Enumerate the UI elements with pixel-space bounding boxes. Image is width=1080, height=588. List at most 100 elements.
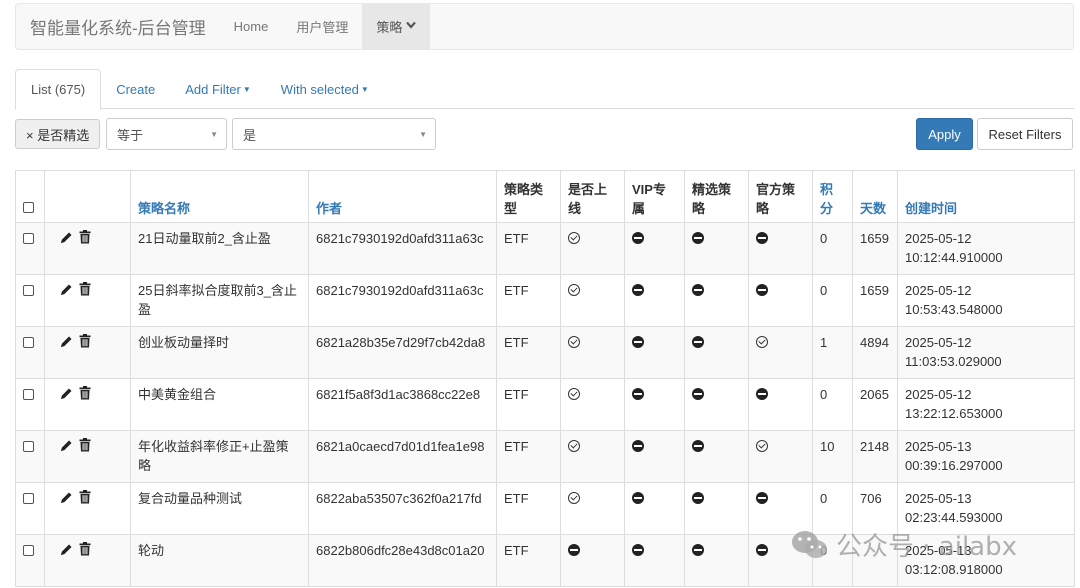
trash-icon[interactable] <box>79 334 91 353</box>
cell-points: 0 <box>812 274 853 327</box>
brand-title[interactable]: 智能量化系统-后台管理 <box>16 4 220 49</box>
check-circle-icon <box>568 336 580 348</box>
cell-featured <box>684 430 749 483</box>
trash-icon[interactable] <box>79 542 91 561</box>
trash-icon[interactable] <box>79 438 91 457</box>
row-checkbox[interactable] <box>23 389 34 400</box>
nav-strategy-label: 策略 <box>376 20 403 35</box>
cell-author: 6821f5a8f3d1ac3868cc22e8 <box>308 378 497 431</box>
tab-with-selected-label: With selected <box>280 81 359 97</box>
row-checkbox[interactable] <box>23 337 34 348</box>
select-all-checkbox[interactable] <box>23 202 34 213</box>
header-name[interactable]: 策略名称 <box>130 170 309 223</box>
row-checkbox[interactable] <box>23 233 34 244</box>
cell-type: ETF <box>496 326 561 379</box>
table-header-row: 策略名称 作者 策略类型 是否上线 VIP专属 精选策略 官方策略 积分 天数 … <box>15 170 1075 223</box>
cell-points: 0 <box>812 222 853 275</box>
cell-days: 2148 <box>852 430 898 483</box>
header-featured: 精选策略 <box>684 170 749 223</box>
header-official: 官方策略 <box>748 170 813 223</box>
table-row: 中美黄金组合 6821f5a8f3d1ac3868cc22e8 ETF 0 2065 20… <box>15 378 1075 431</box>
cell-featured <box>684 534 749 587</box>
cell-created: 2025-05-12 13:22:12.653000 <box>897 378 1075 431</box>
check-circle-icon <box>568 440 580 452</box>
header-points[interactable]: 积分 <box>812 170 853 223</box>
row-checkbox[interactable] <box>23 493 34 504</box>
cell-created: 2025-05-13 02:23:44.593000 <box>897 482 1075 535</box>
trash-icon[interactable] <box>79 230 91 249</box>
minus-circle-icon <box>632 492 644 504</box>
check-circle-icon <box>568 284 580 296</box>
cell-points: 0 <box>812 482 853 535</box>
minus-circle-icon <box>632 284 644 296</box>
cell-author: 6821a0caecd7d01d1fea1e98 <box>308 430 497 483</box>
row-checkbox[interactable] <box>23 545 34 556</box>
nav-user-management[interactable]: 用户管理 <box>282 4 362 49</box>
pencil-icon[interactable] <box>60 282 73 301</box>
minus-circle-icon <box>692 284 704 296</box>
cell-name: 轮动 <box>130 534 309 587</box>
top-navbar: 智能量化系统-后台管理 Home 用户管理 策略 <box>15 3 1074 50</box>
pencil-icon[interactable] <box>60 490 73 509</box>
cell-vip <box>624 222 685 275</box>
minus-circle-icon <box>692 492 704 504</box>
cell-official <box>748 534 813 587</box>
minus-circle-icon <box>756 388 768 400</box>
cell-type: ETF <box>496 534 561 587</box>
tab-with-selected[interactable]: With selected ▼ <box>266 69 384 109</box>
cell-official <box>748 274 813 327</box>
tab-list[interactable]: List (675) <box>15 69 102 110</box>
trash-icon[interactable] <box>79 386 91 405</box>
cell-author: 6821c7930192d0afd311a63c <box>308 222 497 275</box>
trash-icon[interactable] <box>79 282 91 301</box>
cell-vip <box>624 482 685 535</box>
reset-filters-button[interactable]: Reset Filters <box>977 118 1073 150</box>
tab-add-filter[interactable]: Add Filter ▼ <box>170 69 266 109</box>
tab-create[interactable]: Create <box>101 69 170 109</box>
cell-featured <box>684 482 749 535</box>
cell-select <box>15 534 45 587</box>
apply-button[interactable]: Apply <box>916 118 973 150</box>
cell-name: 中美黄金组合 <box>130 378 309 431</box>
remove-filter-button[interactable]: × 是否精选 <box>15 119 101 149</box>
caret-down-icon: ▼ <box>242 84 251 94</box>
chevron-down-icon <box>406 21 417 32</box>
strategy-table: 策略名称 作者 策略类型 是否上线 VIP专属 精选策略 官方策略 积分 天数 … <box>15 170 1075 587</box>
cell-days: 2065 <box>852 378 898 431</box>
pencil-icon[interactable] <box>60 230 73 249</box>
header-days[interactable]: 天数 <box>852 170 898 223</box>
cell-days: 1659 <box>852 274 898 327</box>
cell-actions <box>44 430 131 483</box>
cell-vip <box>624 326 685 379</box>
header-created[interactable]: 创建时间 <box>897 170 1075 223</box>
cell-points: 0 <box>812 534 853 587</box>
filter-value-select[interactable]: 是 ▼ <box>232 118 436 150</box>
pencil-icon[interactable] <box>60 334 73 353</box>
cell-actions <box>44 222 131 275</box>
nav-home[interactable]: Home <box>220 4 283 49</box>
filter-operator-select[interactable]: 等于 ▼ <box>106 118 227 150</box>
header-author[interactable]: 作者 <box>308 170 497 223</box>
cell-points: 1 <box>812 326 853 379</box>
cell-actions <box>44 482 131 535</box>
cell-featured <box>684 326 749 379</box>
row-checkbox[interactable] <box>23 441 34 452</box>
cell-days: 4894 <box>852 326 898 379</box>
header-actions <box>44 170 131 223</box>
nav-strategy-dropdown[interactable]: 策略 <box>362 4 431 49</box>
cell-official <box>748 326 813 379</box>
check-circle-icon <box>756 336 768 348</box>
tab-add-filter-label: Add Filter <box>185 81 241 97</box>
cell-type: ETF <box>496 430 561 483</box>
minus-circle-icon <box>632 440 644 452</box>
cell-actions <box>44 534 131 587</box>
pencil-icon[interactable] <box>60 542 73 561</box>
cell-vip <box>624 534 685 587</box>
pencil-icon[interactable] <box>60 386 73 405</box>
trash-icon[interactable] <box>79 490 91 509</box>
cell-points: 10 <box>812 430 853 483</box>
row-checkbox[interactable] <box>23 285 34 296</box>
cell-name: 复合动量品种测试 <box>130 482 309 535</box>
cell-online <box>560 274 625 327</box>
pencil-icon[interactable] <box>60 438 73 457</box>
